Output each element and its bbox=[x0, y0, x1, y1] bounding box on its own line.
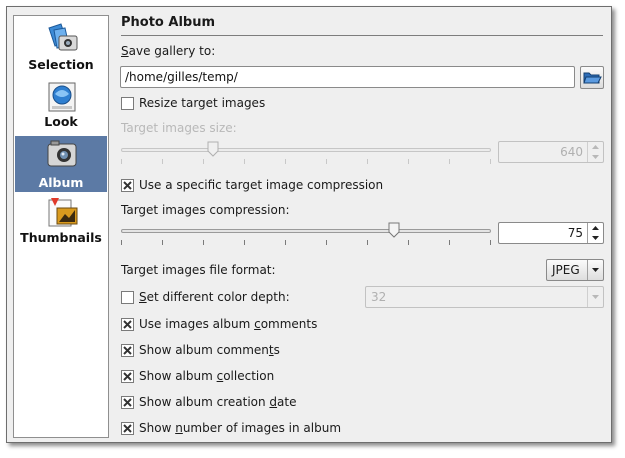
sidebar-item-label: Album bbox=[38, 175, 84, 190]
color-depth-value: 32 bbox=[371, 290, 387, 304]
sidebar-item-label: Look bbox=[44, 114, 78, 129]
selection-icon bbox=[48, 23, 78, 51]
target-size-slider-thumb[interactable] bbox=[207, 141, 219, 157]
thumbnails-icon bbox=[48, 198, 78, 227]
target-size-value: 640 bbox=[560, 145, 583, 159]
sidebar-item-look[interactable]: Look bbox=[15, 78, 107, 134]
label-part: ate bbox=[277, 395, 297, 409]
label-part: Show album creation bbox=[139, 395, 270, 409]
save-gallery-label-rest: ave gallery to: bbox=[128, 44, 216, 58]
checkmark-icon bbox=[123, 398, 132, 407]
target-size-spinbox[interactable]: 640 bbox=[498, 141, 604, 163]
checkmark-icon bbox=[123, 372, 132, 381]
color-depth-checkbox[interactable] bbox=[121, 291, 134, 304]
color-depth-label-mnemonic: S bbox=[139, 290, 147, 304]
label-part: Show bbox=[139, 421, 176, 435]
compression-spinbox[interactable]: 75 bbox=[498, 222, 604, 244]
color-depth-select[interactable]: 32 bbox=[365, 286, 604, 308]
use-compression-checkbox[interactable] bbox=[121, 179, 134, 192]
sidebar-item-label: Selection bbox=[28, 57, 94, 72]
chevron-down-icon bbox=[592, 268, 599, 272]
page-title: Photo Album bbox=[121, 15, 216, 30]
file-format-select[interactable]: JPEG bbox=[546, 259, 604, 281]
chevron-down-icon bbox=[592, 155, 599, 159]
chevron-up-icon bbox=[592, 145, 599, 149]
label-part: ollection bbox=[223, 369, 275, 383]
spin-up-button[interactable] bbox=[588, 223, 603, 233]
show-album-creation-date-checkbox[interactable] bbox=[121, 396, 134, 409]
gallery-path-input[interactable]: /home/gilles/temp/ bbox=[120, 66, 575, 88]
label-mnemonic: c bbox=[254, 317, 261, 331]
folder-open-icon bbox=[583, 72, 602, 84]
label-part: umber of images in album bbox=[182, 421, 342, 435]
use-album-comments-checkbox[interactable] bbox=[121, 318, 134, 331]
title-divider bbox=[121, 35, 603, 36]
resize-images-checkbox[interactable] bbox=[121, 97, 134, 110]
album-settings-window: Selection Look Album Thumbnails Photo Al… bbox=[6, 6, 612, 443]
use-compression-label: Use a specific target image compression bbox=[139, 178, 384, 192]
show-album-collection-label: Show album collection bbox=[139, 369, 274, 383]
target-size-slider-track[interactable] bbox=[121, 148, 491, 152]
label-part: s bbox=[273, 343, 280, 357]
compression-slider-thumb[interactable] bbox=[388, 222, 400, 238]
spin-up-button[interactable] bbox=[588, 142, 603, 152]
file-format-label: Target images file format: bbox=[121, 263, 276, 277]
use-album-comments-label: Use images album comments bbox=[139, 317, 317, 331]
label-mnemonic: d bbox=[269, 395, 278, 409]
chevron-up-icon bbox=[592, 226, 599, 230]
show-album-creation-date-label: Show album creation date bbox=[139, 395, 297, 409]
sidebar-item-label: Thumbnails bbox=[20, 230, 102, 245]
label-part: Show album commen bbox=[139, 343, 269, 357]
sidebar-item-thumbnails[interactable]: Thumbnails bbox=[15, 194, 107, 250]
checkmark-icon bbox=[123, 346, 132, 355]
sidebar: Selection Look Album Thumbnails bbox=[13, 15, 109, 438]
sidebar-item-selection[interactable]: Selection bbox=[15, 18, 107, 76]
label-part: Show album bbox=[139, 369, 217, 383]
color-depth-label-rest: et different color depth: bbox=[146, 290, 290, 304]
browse-folder-button[interactable] bbox=[580, 66, 604, 89]
show-album-comments-checkbox[interactable] bbox=[121, 344, 134, 357]
checkmark-icon bbox=[123, 424, 132, 433]
chevron-down-icon bbox=[592, 295, 599, 299]
show-album-collection-checkbox[interactable] bbox=[121, 370, 134, 383]
compression-label: Target images compression: bbox=[121, 203, 290, 217]
compression-slider-track[interactable] bbox=[121, 229, 491, 233]
target-size-label: Target images size: bbox=[121, 121, 237, 135]
spin-down-button[interactable] bbox=[588, 152, 603, 162]
checkmark-icon bbox=[123, 181, 132, 190]
show-number-images-label: Show number of images in album bbox=[139, 421, 341, 435]
label-mnemonic: n bbox=[175, 421, 183, 435]
resize-images-label: Resize target images bbox=[139, 96, 266, 110]
album-icon bbox=[47, 140, 77, 167]
checkmark-icon bbox=[123, 320, 132, 329]
show-album-comments-label: Show album comments bbox=[139, 343, 280, 357]
color-depth-label: Set different color depth: bbox=[139, 290, 290, 304]
look-icon bbox=[48, 82, 76, 112]
spin-down-button[interactable] bbox=[588, 233, 603, 243]
label-part: Use images album bbox=[139, 317, 255, 331]
save-gallery-label-mnemonic: S bbox=[121, 44, 129, 58]
sidebar-item-album[interactable]: Album bbox=[15, 136, 107, 192]
show-number-images-checkbox[interactable] bbox=[121, 422, 134, 435]
label-part: omments bbox=[260, 317, 318, 331]
save-gallery-label: Save gallery to: bbox=[121, 44, 215, 58]
chevron-down-icon bbox=[592, 236, 599, 240]
compression-value: 75 bbox=[567, 226, 583, 240]
file-format-value: JPEG bbox=[552, 263, 580, 277]
